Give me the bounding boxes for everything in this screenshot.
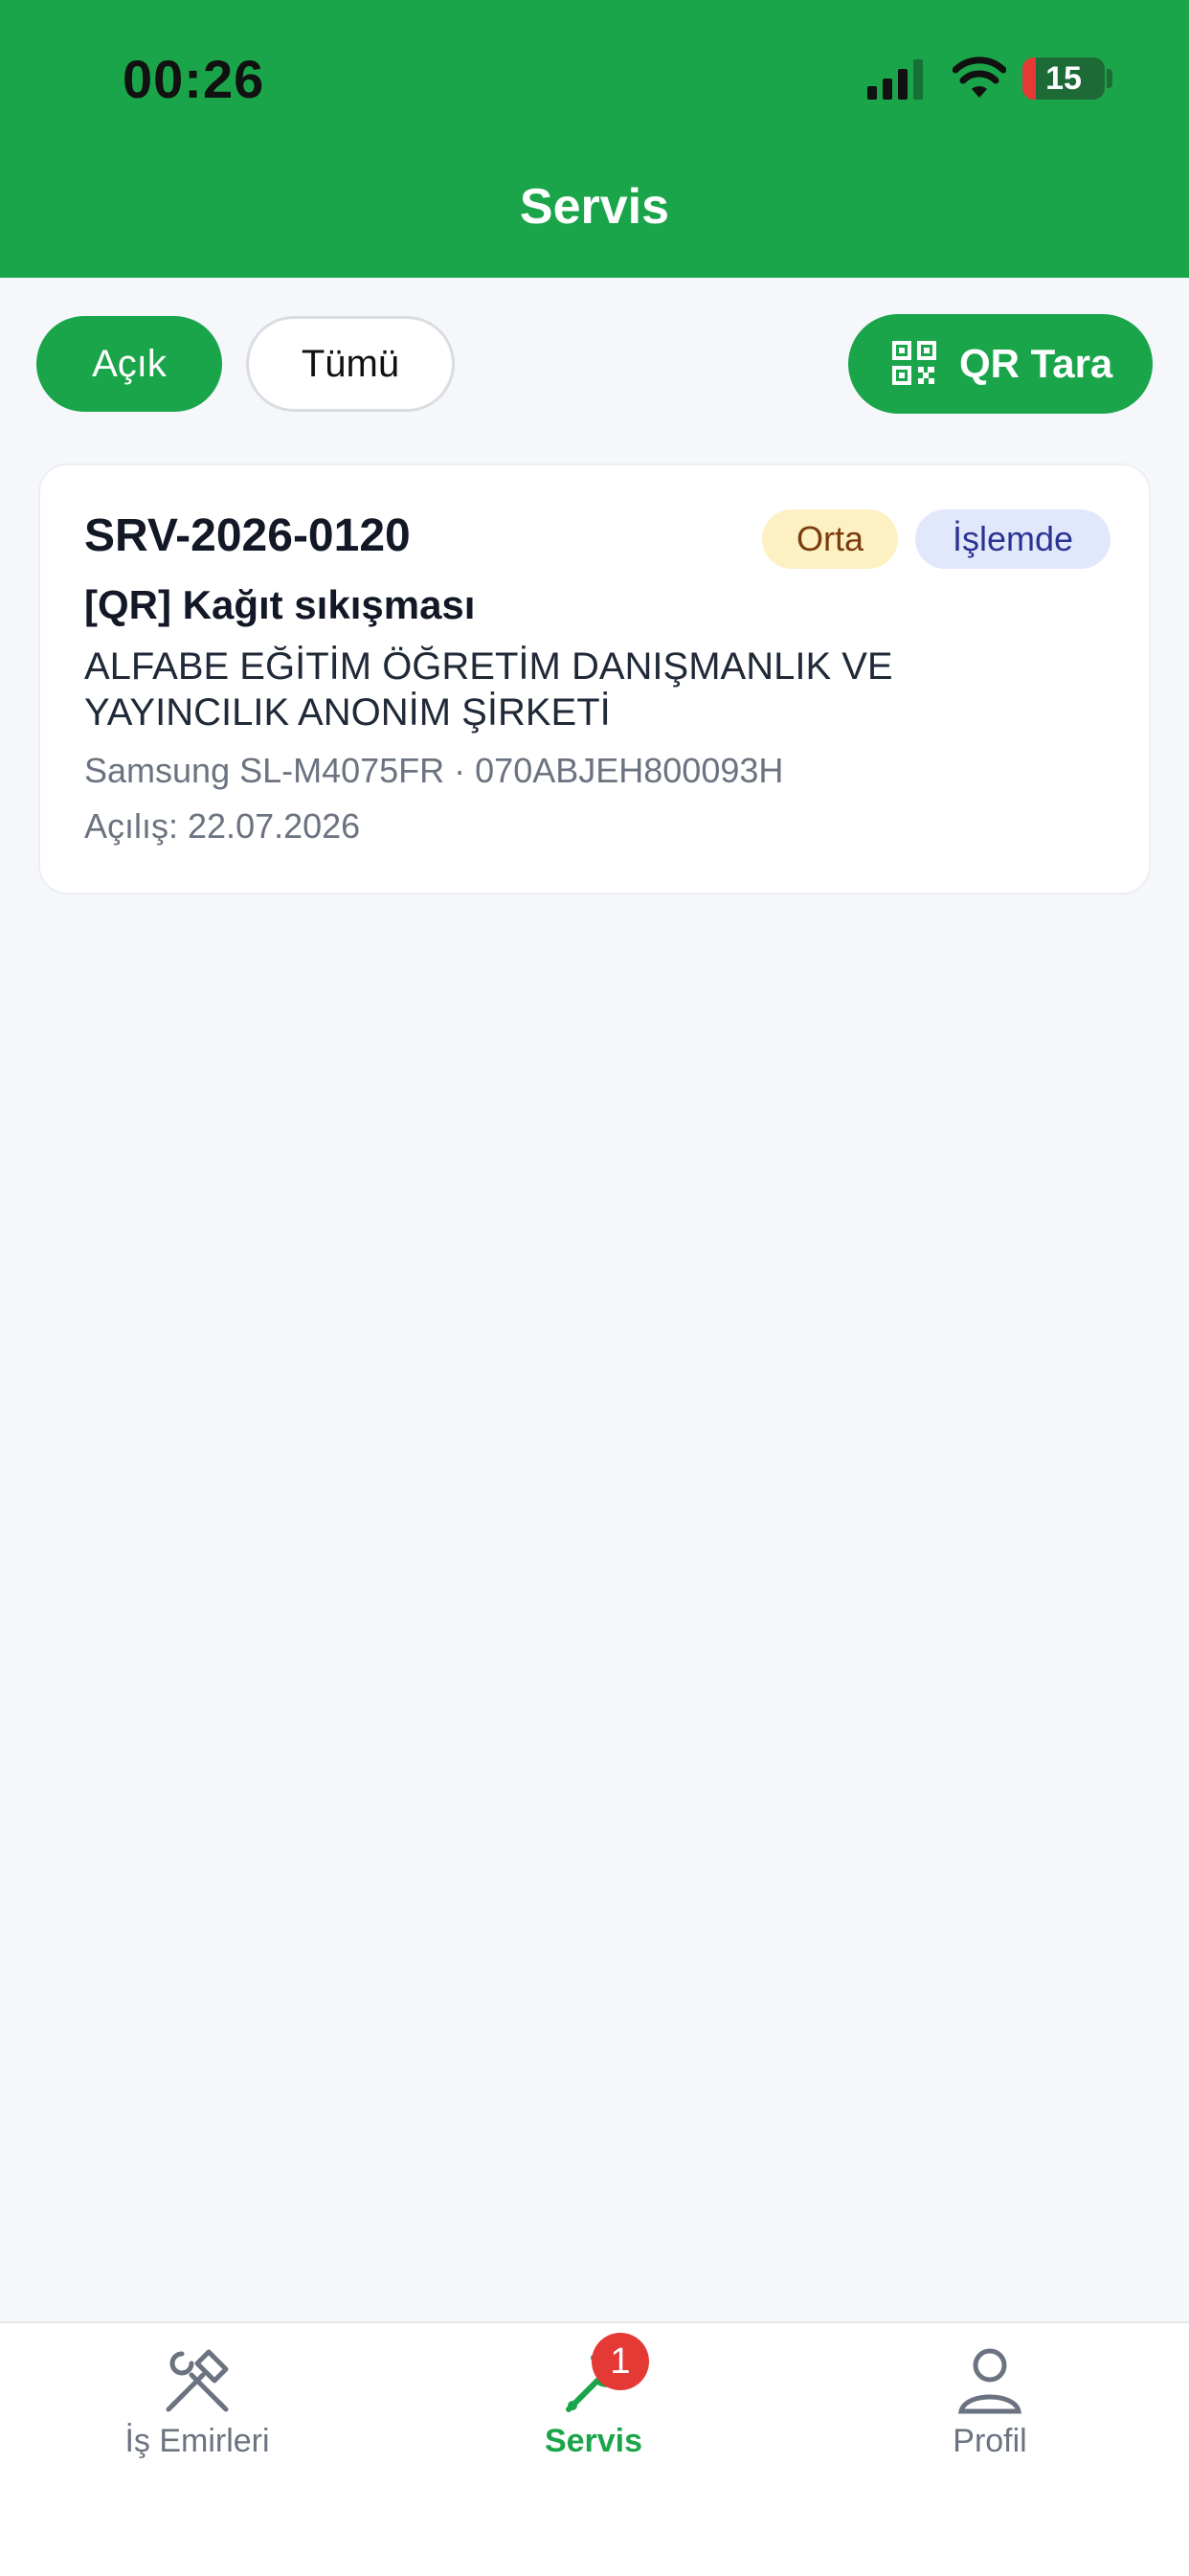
bottom-navigation: İş Emirleri 1 Servis Profil: [0, 2321, 1189, 2576]
nav-label-profile: Profil: [953, 2423, 1027, 2459]
filter-all-chip[interactable]: Tümü: [246, 316, 455, 412]
battery-tip: [1107, 69, 1112, 88]
nav-item-work-orders[interactable]: İş Emirleri: [54, 2323, 341, 2515]
nav-label-service: Servis: [544, 2423, 643, 2459]
cellular-signal-icon: [867, 59, 923, 100]
ticket-id: SRV-2026-0120: [84, 510, 411, 561]
nav-item-service[interactable]: 1 Servis: [450, 2323, 737, 2515]
nav-item-profile[interactable]: Profil: [846, 2323, 1133, 2515]
qr-code-icon: [892, 341, 936, 385]
battery-icon: 15: [1022, 57, 1105, 100]
tools-icon: [166, 2349, 229, 2412]
customer-company: ALFABE EĞİTİM ÖĞRETİM DANIŞMANLIK VE YAY…: [84, 645, 893, 734]
page-title: Servis: [519, 179, 670, 235]
service-ticket-card[interactable]: SRV-2026-0120 Orta İşlemde [QR] Kağıt sı…: [38, 463, 1151, 894]
wifi-icon: [953, 56, 1006, 98]
battery-level: 15: [1045, 60, 1082, 97]
status-time: 00:26: [123, 49, 265, 109]
filter-open-chip[interactable]: Açık: [36, 316, 222, 412]
opened-date: Açılış: 22.07.2026: [84, 806, 361, 846]
qr-scan-label: QR Tara: [959, 341, 1113, 386]
ticket-title: [QR] Kağıt sıkışması: [84, 582, 476, 627]
qr-scan-button[interactable]: QR Tara: [848, 314, 1153, 414]
device-info: Samsung SL-M4075FR · 070ABJEH800093H: [84, 751, 784, 790]
person-icon: [957, 2348, 1022, 2414]
service-count-badge: 1: [592, 2333, 649, 2390]
status-badge: İşlemde: [915, 509, 1110, 569]
priority-badge: Orta: [762, 509, 898, 569]
app-header: 00:26 15 Servis: [0, 0, 1189, 278]
nav-label-work-orders: İş Emirleri: [124, 2423, 270, 2459]
